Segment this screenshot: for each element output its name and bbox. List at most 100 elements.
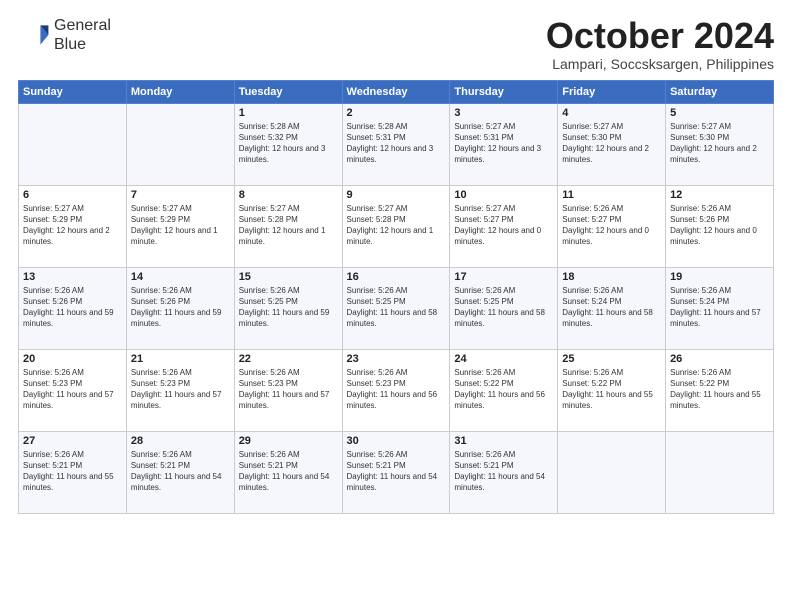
day-info: Sunrise: 5:26 AM Sunset: 5:23 PM Dayligh…: [239, 367, 338, 412]
day-info: Sunrise: 5:26 AM Sunset: 5:25 PM Dayligh…: [239, 285, 338, 330]
day-info: Sunrise: 5:26 AM Sunset: 5:25 PM Dayligh…: [454, 285, 553, 330]
title-block: October 2024 Lampari, Soccsksargen, Phil…: [546, 16, 774, 72]
day-cell: 23Sunrise: 5:26 AM Sunset: 5:23 PM Dayli…: [342, 349, 450, 431]
col-thursday: Thursday: [450, 80, 558, 103]
day-number: 12: [670, 189, 769, 201]
day-number: 1: [239, 107, 338, 119]
day-cell: 10 Sunrise: 5:27 AM Sunset: 5:27 PM Dayli…: [450, 185, 558, 267]
day-cell: 17 Sunrise: 5:26 AM Sunset: 5:25 PM Dayli…: [450, 267, 558, 349]
day-cell: 15Sunrise: 5:26 AM Sunset: 5:25 PM Dayli…: [234, 267, 342, 349]
day-number: 8: [239, 189, 338, 201]
day-number: 17: [454, 271, 553, 283]
day-number: 10: [454, 189, 553, 201]
day-number: 27: [23, 435, 122, 447]
day-info: Sunrise: 5:27 AM Sunset: 5:28 PM Dayligh…: [239, 203, 338, 248]
day-number: 25: [562, 353, 661, 365]
col-saturday: Saturday: [666, 80, 774, 103]
day-info: Sunrise: 5:28 AM Sunset: 5:31 PM Dayligh…: [347, 121, 446, 166]
week-row-3: 13Sunrise: 5:26 AM Sunset: 5:26 PM Dayli…: [19, 267, 774, 349]
day-cell: 4 Sunrise: 5:27 AM Sunset: 5:30 PM Daylig…: [558, 103, 666, 185]
day-info: Sunrise: 5:26 AM Sunset: 5:22 PM Dayligh…: [670, 367, 769, 412]
day-number: 2: [347, 107, 446, 119]
day-cell: 31 Sunrise: 5:26 AM Sunset: 5:21 PM Dayli…: [450, 431, 558, 513]
day-number: 31: [454, 435, 553, 447]
day-info: Sunrise: 5:27 AM Sunset: 5:31 PM Dayligh…: [454, 121, 553, 166]
day-info: Sunrise: 5:26 AM Sunset: 5:24 PM Dayligh…: [562, 285, 661, 330]
day-cell: 24 Sunrise: 5:26 AM Sunset: 5:22 PM Dayli…: [450, 349, 558, 431]
day-number: 28: [131, 435, 230, 447]
day-cell: 2 Sunrise: 5:28 AM Sunset: 5:31 PM Daylig…: [342, 103, 450, 185]
col-tuesday: Tuesday: [234, 80, 342, 103]
day-cell: 13Sunrise: 5:26 AM Sunset: 5:26 PM Dayli…: [19, 267, 127, 349]
day-number: 22: [239, 353, 338, 365]
day-number: 26: [670, 353, 769, 365]
logo-line2: Blue: [54, 35, 111, 54]
day-number: 16: [347, 271, 446, 283]
day-info: Sunrise: 5:26 AM Sunset: 5:23 PM Dayligh…: [131, 367, 230, 412]
day-number: 19: [670, 271, 769, 283]
day-number: 3: [454, 107, 553, 119]
day-cell: 12 Sunrise: 5:26 AM Sunset: 5:26 PM Dayli…: [666, 185, 774, 267]
col-friday: Friday: [558, 80, 666, 103]
day-number: 11: [562, 189, 661, 201]
day-info: Sunrise: 5:26 AM Sunset: 5:22 PM Dayligh…: [562, 367, 661, 412]
day-cell: 26 Sunrise: 5:26 AM Sunset: 5:22 PM Dayli…: [666, 349, 774, 431]
day-info: Sunrise: 5:26 AM Sunset: 5:24 PM Dayligh…: [670, 285, 769, 330]
day-number: 29: [239, 435, 338, 447]
day-cell: 14Sunrise: 5:26 AM Sunset: 5:26 PM Dayli…: [126, 267, 234, 349]
day-info: Sunrise: 5:27 AM Sunset: 5:30 PM Dayligh…: [562, 121, 661, 166]
day-number: 13: [23, 271, 122, 283]
header: General Blue October 2024 Lampari, Soccs…: [18, 16, 774, 72]
day-info: Sunrise: 5:26 AM Sunset: 5:21 PM Dayligh…: [454, 449, 553, 494]
logo-icon: [18, 19, 50, 51]
day-cell: 9Sunrise: 5:27 AM Sunset: 5:28 PM Daylig…: [342, 185, 450, 267]
day-cell: [666, 431, 774, 513]
page: General Blue October 2024 Lampari, Soccs…: [0, 0, 792, 612]
col-monday: Monday: [126, 80, 234, 103]
header-row: Sunday Monday Tuesday Wednesday Thursday…: [19, 80, 774, 103]
day-cell: 28 Sunrise: 5:26 AM Sunset: 5:21 PM Dayli…: [126, 431, 234, 513]
calendar-table: Sunday Monday Tuesday Wednesday Thursday…: [18, 80, 774, 514]
day-info: Sunrise: 5:26 AM Sunset: 5:26 PM Dayligh…: [670, 203, 769, 248]
day-number: 7: [131, 189, 230, 201]
day-number: 21: [131, 353, 230, 365]
col-sunday: Sunday: [19, 80, 127, 103]
day-cell: 21 Sunrise: 5:26 AM Sunset: 5:23 PM Dayli…: [126, 349, 234, 431]
day-cell: [126, 103, 234, 185]
week-row-1: 1 Sunrise: 5:28 AM Sunset: 5:32 PM Daylig…: [19, 103, 774, 185]
week-row-4: 20Sunrise: 5:26 AM Sunset: 5:23 PM Dayli…: [19, 349, 774, 431]
day-number: 30: [347, 435, 446, 447]
day-cell: 20Sunrise: 5:26 AM Sunset: 5:23 PM Dayli…: [19, 349, 127, 431]
day-number: 23: [347, 353, 446, 365]
month-title: October 2024: [546, 16, 774, 56]
day-cell: 8 Sunrise: 5:27 AM Sunset: 5:28 PM Daylig…: [234, 185, 342, 267]
day-cell: [19, 103, 127, 185]
day-number: 14: [131, 271, 230, 283]
day-info: Sunrise: 5:26 AM Sunset: 5:21 PM Dayligh…: [347, 449, 446, 494]
day-number: 5: [670, 107, 769, 119]
day-info: Sunrise: 5:26 AM Sunset: 5:21 PM Dayligh…: [239, 449, 338, 494]
location-subtitle: Lampari, Soccsksargen, Philippines: [546, 56, 774, 72]
day-info: Sunrise: 5:26 AM Sunset: 5:21 PM Dayligh…: [131, 449, 230, 494]
day-info: Sunrise: 5:26 AM Sunset: 5:22 PM Dayligh…: [454, 367, 553, 412]
day-cell: 1 Sunrise: 5:28 AM Sunset: 5:32 PM Daylig…: [234, 103, 342, 185]
day-info: Sunrise: 5:26 AM Sunset: 5:21 PM Dayligh…: [23, 449, 122, 494]
day-number: 4: [562, 107, 661, 119]
day-cell: 11Sunrise: 5:26 AM Sunset: 5:27 PM Dayli…: [558, 185, 666, 267]
day-info: Sunrise: 5:28 AM Sunset: 5:32 PM Dayligh…: [239, 121, 338, 166]
day-cell: 25 Sunrise: 5:26 AM Sunset: 5:22 PM Dayli…: [558, 349, 666, 431]
day-cell: 16Sunrise: 5:26 AM Sunset: 5:25 PM Dayli…: [342, 267, 450, 349]
day-info: Sunrise: 5:27 AM Sunset: 5:30 PM Dayligh…: [670, 121, 769, 166]
day-number: 9: [347, 189, 446, 201]
week-row-5: 27 Sunrise: 5:26 AM Sunset: 5:21 PM Dayli…: [19, 431, 774, 513]
day-info: Sunrise: 5:27 AM Sunset: 5:27 PM Dayligh…: [454, 203, 553, 248]
col-wednesday: Wednesday: [342, 80, 450, 103]
logo-line1: General: [54, 16, 111, 35]
day-cell: 19 Sunrise: 5:26 AM Sunset: 5:24 PM Dayli…: [666, 267, 774, 349]
day-cell: 22 Sunrise: 5:26 AM Sunset: 5:23 PM Dayli…: [234, 349, 342, 431]
day-info: Sunrise: 5:27 AM Sunset: 5:29 PM Dayligh…: [131, 203, 230, 248]
day-cell: [558, 431, 666, 513]
day-number: 24: [454, 353, 553, 365]
day-cell: 6Sunrise: 5:27 AM Sunset: 5:29 PM Daylig…: [19, 185, 127, 267]
logo-text: General Blue: [54, 16, 111, 54]
